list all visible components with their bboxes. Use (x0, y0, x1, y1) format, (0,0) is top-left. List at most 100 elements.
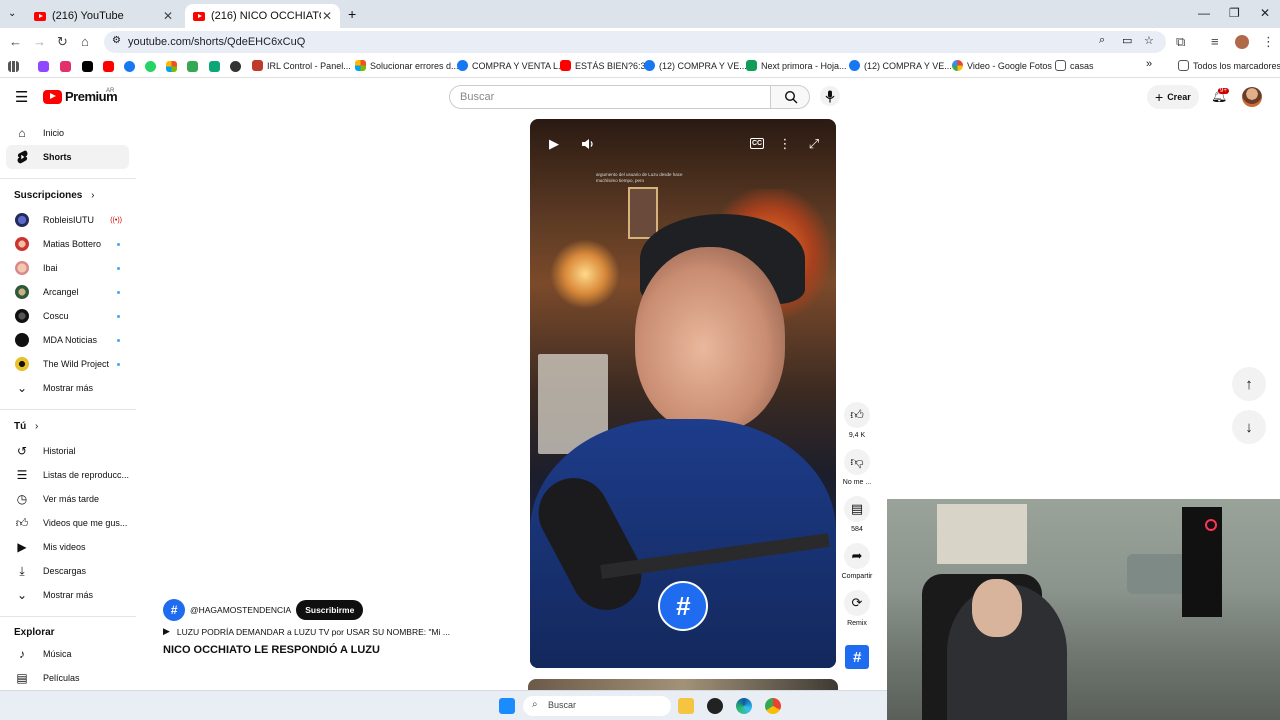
obs-icon[interactable] (707, 698, 723, 714)
bookmark-next-primora[interactable]: Next primora - Hoja... (746, 60, 847, 71)
extensions-icon[interactable]: ⧉ (1176, 34, 1185, 50)
sidebar-show-more-you[interactable]: ⌄ Mostrar más (6, 583, 129, 607)
twitch-icon[interactable] (38, 61, 49, 72)
profile-icon[interactable] (1235, 35, 1249, 49)
facebook-icon[interactable] (124, 61, 135, 72)
you-heading[interactable]: Tú › (14, 421, 38, 432)
folder-icon[interactable] (678, 698, 694, 714)
bookmark-irl[interactable]: IRL Control - Panel... (252, 60, 351, 71)
channel-name[interactable]: @HAGAMOSTENDENCIA (190, 605, 291, 615)
youtube-favicon-icon (34, 11, 46, 21)
close-icon[interactable]: ✕ (163, 9, 173, 23)
all-bookmarks[interactable]: Todos los marcadores (1178, 60, 1280, 71)
avatar[interactable] (1242, 87, 1262, 107)
sidebar-item-arcangel[interactable]: Arcangel (6, 280, 129, 304)
volume-icon[interactable] (579, 135, 597, 153)
remix-button[interactable]: ⟳ Remix (840, 590, 874, 627)
bookmark-google-fotos[interactable]: Video - Google Fotos (952, 60, 1052, 71)
forward-icon[interactable]: → (33, 34, 46, 49)
bookmark-compra-ve-1[interactable]: (12) COMPRA Y VE... (644, 60, 747, 71)
window-close-icon[interactable]: ✕ (1260, 6, 1270, 20)
site-info-icon[interactable]: ⚙ (112, 35, 121, 46)
media-icon[interactable]: ≡ (1211, 34, 1219, 49)
bookmark-label: (12) COMPRA Y VE... (864, 60, 952, 71)
new-content-dot (117, 338, 120, 342)
star-icon[interactable]: ☆ (1144, 34, 1154, 47)
tab-youtube[interactable]: (216) YouTube ✕ (26, 4, 181, 28)
tab-short-video[interactable]: (216) NICO OCCHIATO LE RESP ✕ (185, 4, 340, 28)
dislike-button[interactable]: 👎︎ No me ... (840, 449, 874, 486)
sidebar-item-ver-mas-tarde[interactable]: ◷ Ver más tarde (6, 487, 129, 511)
voice-search-icon[interactable] (820, 86, 840, 106)
bookmark-estas-bien[interactable]: ESTÁS BIEN?6:33 (560, 60, 651, 71)
share-button[interactable]: ➦ Compartir (840, 543, 874, 580)
search-input[interactable]: Buscar (449, 85, 771, 109)
zoom-icon[interactable]: ⌕ (1099, 34, 1105, 47)
create-button[interactable]: + Crear (1147, 85, 1199, 109)
sidebar-item-shorts[interactable]: Shorts (6, 145, 129, 169)
sidebar-item-inicio[interactable]: ⌂ Inicio (6, 121, 129, 145)
whatsapp-icon[interactable] (145, 61, 156, 72)
search-button[interactable] (770, 85, 810, 109)
sidebar-item-coscu[interactable]: Coscu (6, 304, 129, 328)
bookmark-solucionar[interactable]: Solucionar errores d... (355, 60, 459, 71)
youtube-bookmark-icon[interactable] (103, 61, 114, 72)
browser-menu-icon[interactable]: ⋮ (1262, 34, 1275, 50)
install-icon[interactable]: ▭ (1122, 34, 1132, 47)
apps-icon[interactable] (8, 61, 19, 72)
next-short-button[interactable]: ↓ (1232, 410, 1266, 444)
fullscreen-icon[interactable]: ⤢ (805, 135, 823, 153)
x-icon[interactable] (82, 61, 93, 72)
channel-thumbnail-icon[interactable]: # (845, 645, 869, 669)
sidebar-item-peliculas[interactable]: ▤ Películas (6, 666, 129, 690)
close-icon[interactable]: ✕ (322, 9, 332, 23)
facebook-icon (644, 60, 655, 71)
sidebar-item-matias-bottero[interactable]: Matias Bottero (6, 232, 129, 256)
reload-icon[interactable]: ↻ (57, 34, 68, 50)
subscriptions-heading[interactable]: Suscripciones › (14, 190, 94, 201)
restore-icon[interactable]: ❐ (1229, 6, 1240, 20)
captions-icon[interactable]: CC (750, 138, 764, 149)
cloud-icon[interactable] (209, 61, 220, 72)
channel-avatar[interactable]: # (163, 599, 185, 621)
play-icon[interactable]: ▶ (545, 135, 563, 153)
sidebar-item-ibai[interactable]: Ibai (6, 256, 129, 280)
comments-button[interactable]: ▤ 584 (840, 496, 874, 533)
globe-icon[interactable] (230, 61, 241, 72)
home-browser-icon[interactable]: ⌂ (81, 34, 89, 49)
sidebar-item-mda-noticias[interactable]: MDA Noticias (6, 328, 129, 352)
chrome-icon[interactable] (765, 698, 781, 714)
bookmark-compra-venta[interactable]: COMPRA Y VENTA L... (457, 60, 566, 71)
windows-start-icon[interactable] (499, 698, 515, 714)
subscribe-button[interactable]: Suscribirme (296, 600, 364, 620)
sidebar-item-liked-videos[interactable]: 👍︎ Videos que me gus... (6, 511, 129, 535)
bookmark-compra-ve-2[interactable]: (12) COMPRA Y VE... (849, 60, 952, 71)
sidebar-item-musica[interactable]: ♪ Música (6, 642, 129, 666)
sidebar-item-mis-videos[interactable]: ▶ Mis videos (6, 535, 129, 559)
hamburger-menu-icon[interactable]: ☰ (15, 88, 28, 106)
new-tab-icon[interactable]: + (348, 6, 356, 22)
like-button[interactable]: 👍︎ 9,4 K (840, 402, 874, 439)
edge-icon[interactable] (736, 698, 752, 714)
short-video-player[interactable]: argumento del usuario de Luzu desde hace… (530, 119, 836, 668)
sidebar-item-listas[interactable]: ☰ Listas de reproducc... (6, 463, 129, 487)
omnibox[interactable]: ⚙ youtube.com/shorts/QdeEHC6xCuQ ⌕ ▭ ☆ (104, 31, 1166, 53)
sidebar-item-the-wild-project[interactable]: The Wild Project (6, 352, 129, 376)
tab-search-icon[interactable]: ⌄ (8, 8, 16, 19)
taskbar-search[interactable]: ⌕ Buscar (523, 696, 671, 716)
back-icon[interactable]: ← (9, 34, 22, 49)
minimize-icon[interactable]: — (1198, 6, 1210, 20)
sidebar-show-more-subscriptions[interactable]: ⌄ Mostrar más (6, 376, 129, 400)
sidebar-item-historial[interactable]: ↺ Historial (6, 439, 129, 463)
sidebar-item-robleisiutu[interactable]: RobleisIUTU ((•)) (6, 208, 129, 232)
sidebar-item-descargas[interactable]: ⤓ Descargas (6, 559, 129, 583)
bookmark-casas[interactable]: casas (1055, 60, 1094, 71)
photos-icon[interactable] (187, 61, 198, 72)
more-bookmarks-icon[interactable]: » (1146, 58, 1152, 70)
video-background (628, 187, 658, 239)
instagram-icon[interactable] (60, 61, 71, 72)
previous-short-button[interactable]: ↑ (1232, 367, 1266, 401)
related-video-link[interactable]: ▶ LUZU PODRÍA DEMANDAR a LUZU TV por USA… (163, 626, 450, 637)
more-options-icon[interactable]: ⋮ (776, 135, 794, 153)
ms-icon[interactable] (166, 61, 177, 72)
